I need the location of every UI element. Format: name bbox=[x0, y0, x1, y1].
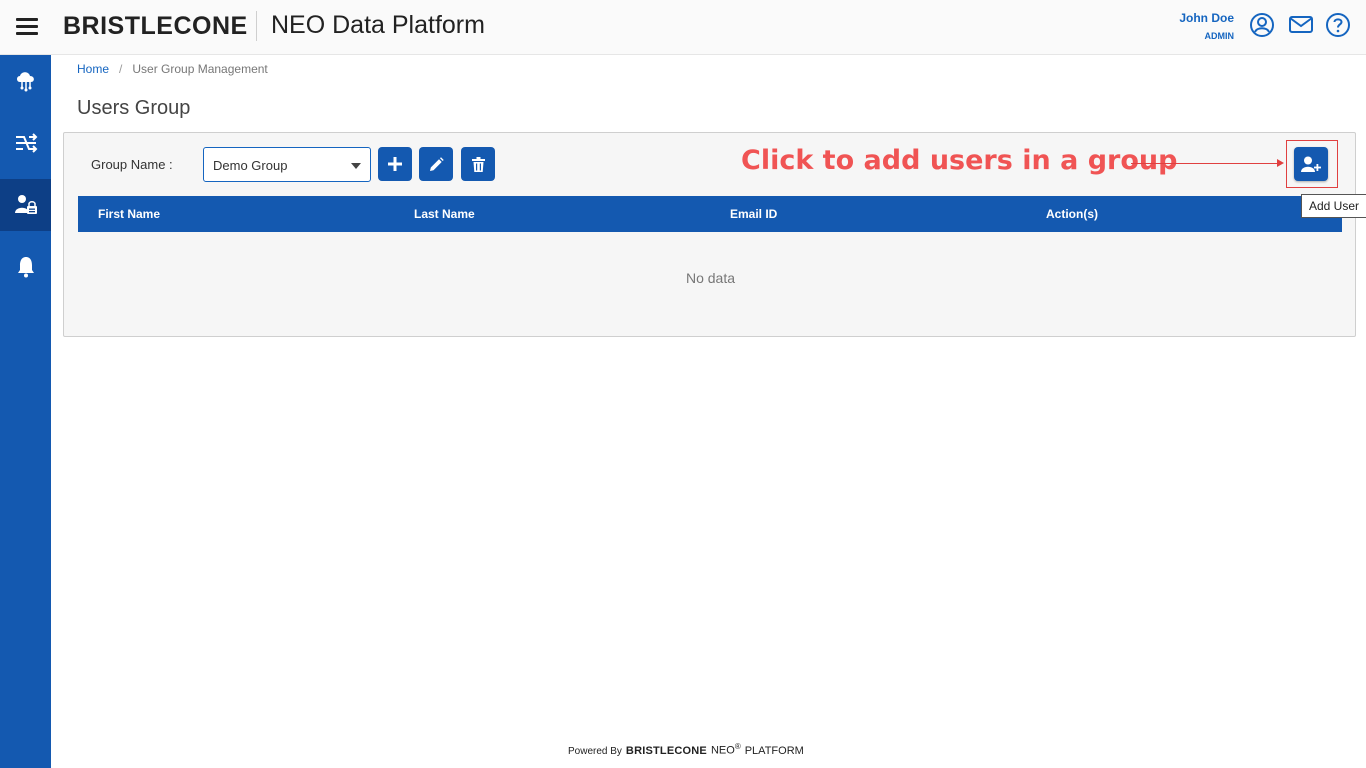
registered-mark: ® bbox=[734, 742, 741, 751]
add-group-button[interactable] bbox=[378, 147, 412, 181]
mail-icon[interactable] bbox=[1288, 12, 1314, 38]
user-plus-icon bbox=[1301, 156, 1321, 172]
top-header: BRISTLECONE NEO Data Platform John Doe A… bbox=[0, 0, 1366, 55]
user-group-management-icon bbox=[14, 195, 37, 214]
breadcrumb-separator: / bbox=[119, 62, 123, 76]
sidebar-item-cloud[interactable] bbox=[0, 55, 51, 107]
group-name-select[interactable]: Demo Group bbox=[203, 147, 371, 182]
app-title: NEO Data Platform bbox=[271, 11, 485, 39]
sidebar-item-shuffle[interactable] bbox=[0, 117, 51, 169]
header-divider bbox=[256, 11, 257, 41]
breadcrumb-current: User Group Management bbox=[132, 62, 268, 76]
footer-platform: PLATFORM bbox=[744, 744, 804, 757]
add-user-tooltip: Add User bbox=[1301, 194, 1366, 218]
help-icon[interactable] bbox=[1325, 12, 1351, 38]
group-name-selected-value: Demo Group bbox=[213, 158, 288, 173]
bristlecone-logo: BRISTLECONE bbox=[63, 12, 248, 40]
users-group-panel: Group Name : Demo Group Click to add use… bbox=[63, 132, 1356, 337]
edit-pencil-icon bbox=[429, 156, 444, 171]
sidebar-item-notifications[interactable] bbox=[0, 241, 51, 293]
sidebar-item-user-groups[interactable] bbox=[0, 179, 51, 231]
annotation-arrow-line bbox=[1131, 163, 1279, 164]
notification-bell-icon bbox=[17, 257, 34, 278]
breadcrumb-home-link[interactable]: Home bbox=[77, 62, 109, 76]
user-info[interactable]: John Doe ADMIN bbox=[1179, 11, 1234, 41]
caret-down-icon bbox=[351, 163, 361, 169]
add-icon bbox=[388, 157, 402, 171]
edit-group-button[interactable] bbox=[419, 147, 453, 181]
account-circle-icon[interactable] bbox=[1249, 12, 1275, 38]
column-header-first-name[interactable]: First Name bbox=[98, 207, 160, 221]
hamburger-menu-icon[interactable] bbox=[16, 18, 38, 36]
footer: Powered By BRISTLECONE NEO® PLATFORM bbox=[568, 742, 804, 757]
table-empty-state: No data bbox=[685, 270, 736, 286]
delete-group-button[interactable] bbox=[461, 147, 495, 181]
column-header-last-name[interactable]: Last Name bbox=[414, 207, 475, 221]
user-role: ADMIN bbox=[1204, 31, 1235, 41]
annotation-arrow-head bbox=[1277, 159, 1284, 167]
footer-powered-by: Powered By bbox=[568, 745, 622, 757]
group-name-label: Group Name : bbox=[91, 157, 173, 172]
delete-trash-icon bbox=[471, 156, 485, 172]
cloud-network-icon bbox=[16, 72, 34, 92]
add-user-button[interactable] bbox=[1294, 147, 1328, 181]
users-table-header: First Name Last Name Email ID Action(s) bbox=[78, 196, 1342, 232]
footer-bristlecone-logo: BRISTLECONE bbox=[625, 744, 707, 757]
column-header-email-id[interactable]: Email ID bbox=[730, 207, 777, 221]
column-header-actions: Action(s) bbox=[1046, 207, 1098, 221]
sidebar bbox=[0, 55, 51, 768]
user-name: John Doe bbox=[1179, 11, 1234, 25]
annotation-callout: Click to add users in a group bbox=[741, 145, 1178, 176]
page-title: Users Group bbox=[77, 97, 191, 119]
breadcrumb: Home / User Group Management bbox=[77, 62, 268, 76]
footer-neo: NEO® bbox=[710, 742, 741, 757]
shuffle-settings-icon bbox=[15, 133, 37, 153]
